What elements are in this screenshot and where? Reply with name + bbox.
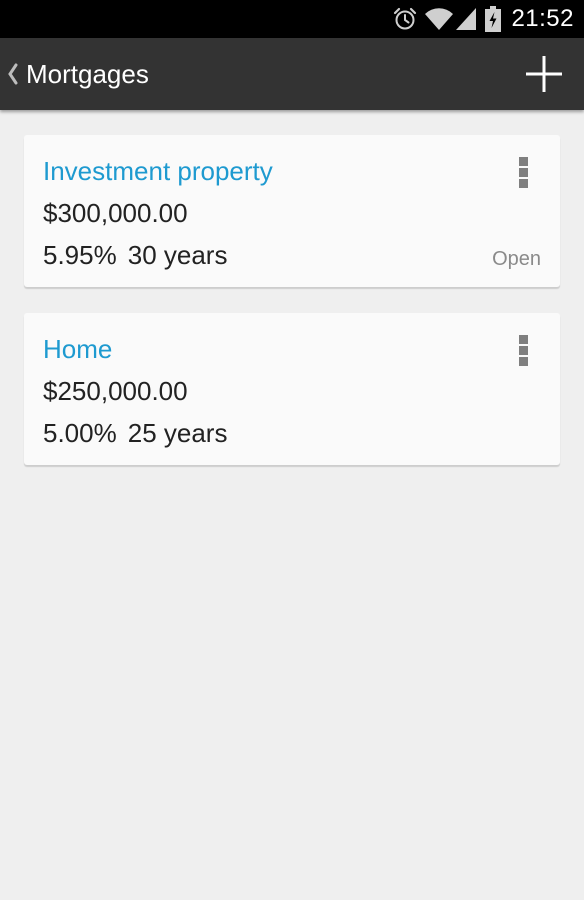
action-bar: Mortgages (0, 38, 584, 110)
alarm-icon (392, 6, 418, 32)
overflow-menu-button[interactable] (510, 333, 538, 369)
overflow-menu-button[interactable] (510, 155, 538, 191)
status-icons: 21:52 (392, 0, 574, 38)
status-time: 21:52 (511, 5, 574, 32)
chevron-left-icon[interactable] (5, 62, 19, 86)
mortgage-name: Investment property (43, 156, 273, 186)
mortgage-list: Investment property $300,000.00 5.95% 30… (24, 135, 560, 491)
plus-icon (522, 56, 566, 100)
page-title[interactable]: Mortgages (26, 57, 149, 91)
mortgage-name: Home (43, 334, 113, 364)
status-bar: 21:52 (0, 0, 584, 38)
mortgage-amount: $300,000.00 (43, 198, 188, 228)
mortgage-amount: $250,000.00 (43, 376, 188, 406)
mortgage-term: 30 years (127, 240, 228, 270)
wifi-icon (424, 7, 454, 31)
mortgage-term: 25 years (127, 418, 228, 448)
mortgage-card[interactable]: Investment property $300,000.00 5.95% 30… (24, 135, 560, 287)
status-label: Open (492, 248, 541, 270)
mortgage-terms: 5.00% 25 years (43, 417, 227, 449)
add-mortgage-button[interactable] (522, 52, 566, 96)
mortgage-terms: 5.95% 30 years (43, 239, 227, 271)
cell-signal-icon (455, 7, 477, 31)
mortgage-rate: 5.00% (43, 418, 117, 448)
battery-charging-icon (485, 6, 502, 32)
mortgage-rate: 5.95% (43, 240, 117, 270)
mortgage-card[interactable]: Home $250,000.00 5.00% 25 years (24, 313, 560, 465)
